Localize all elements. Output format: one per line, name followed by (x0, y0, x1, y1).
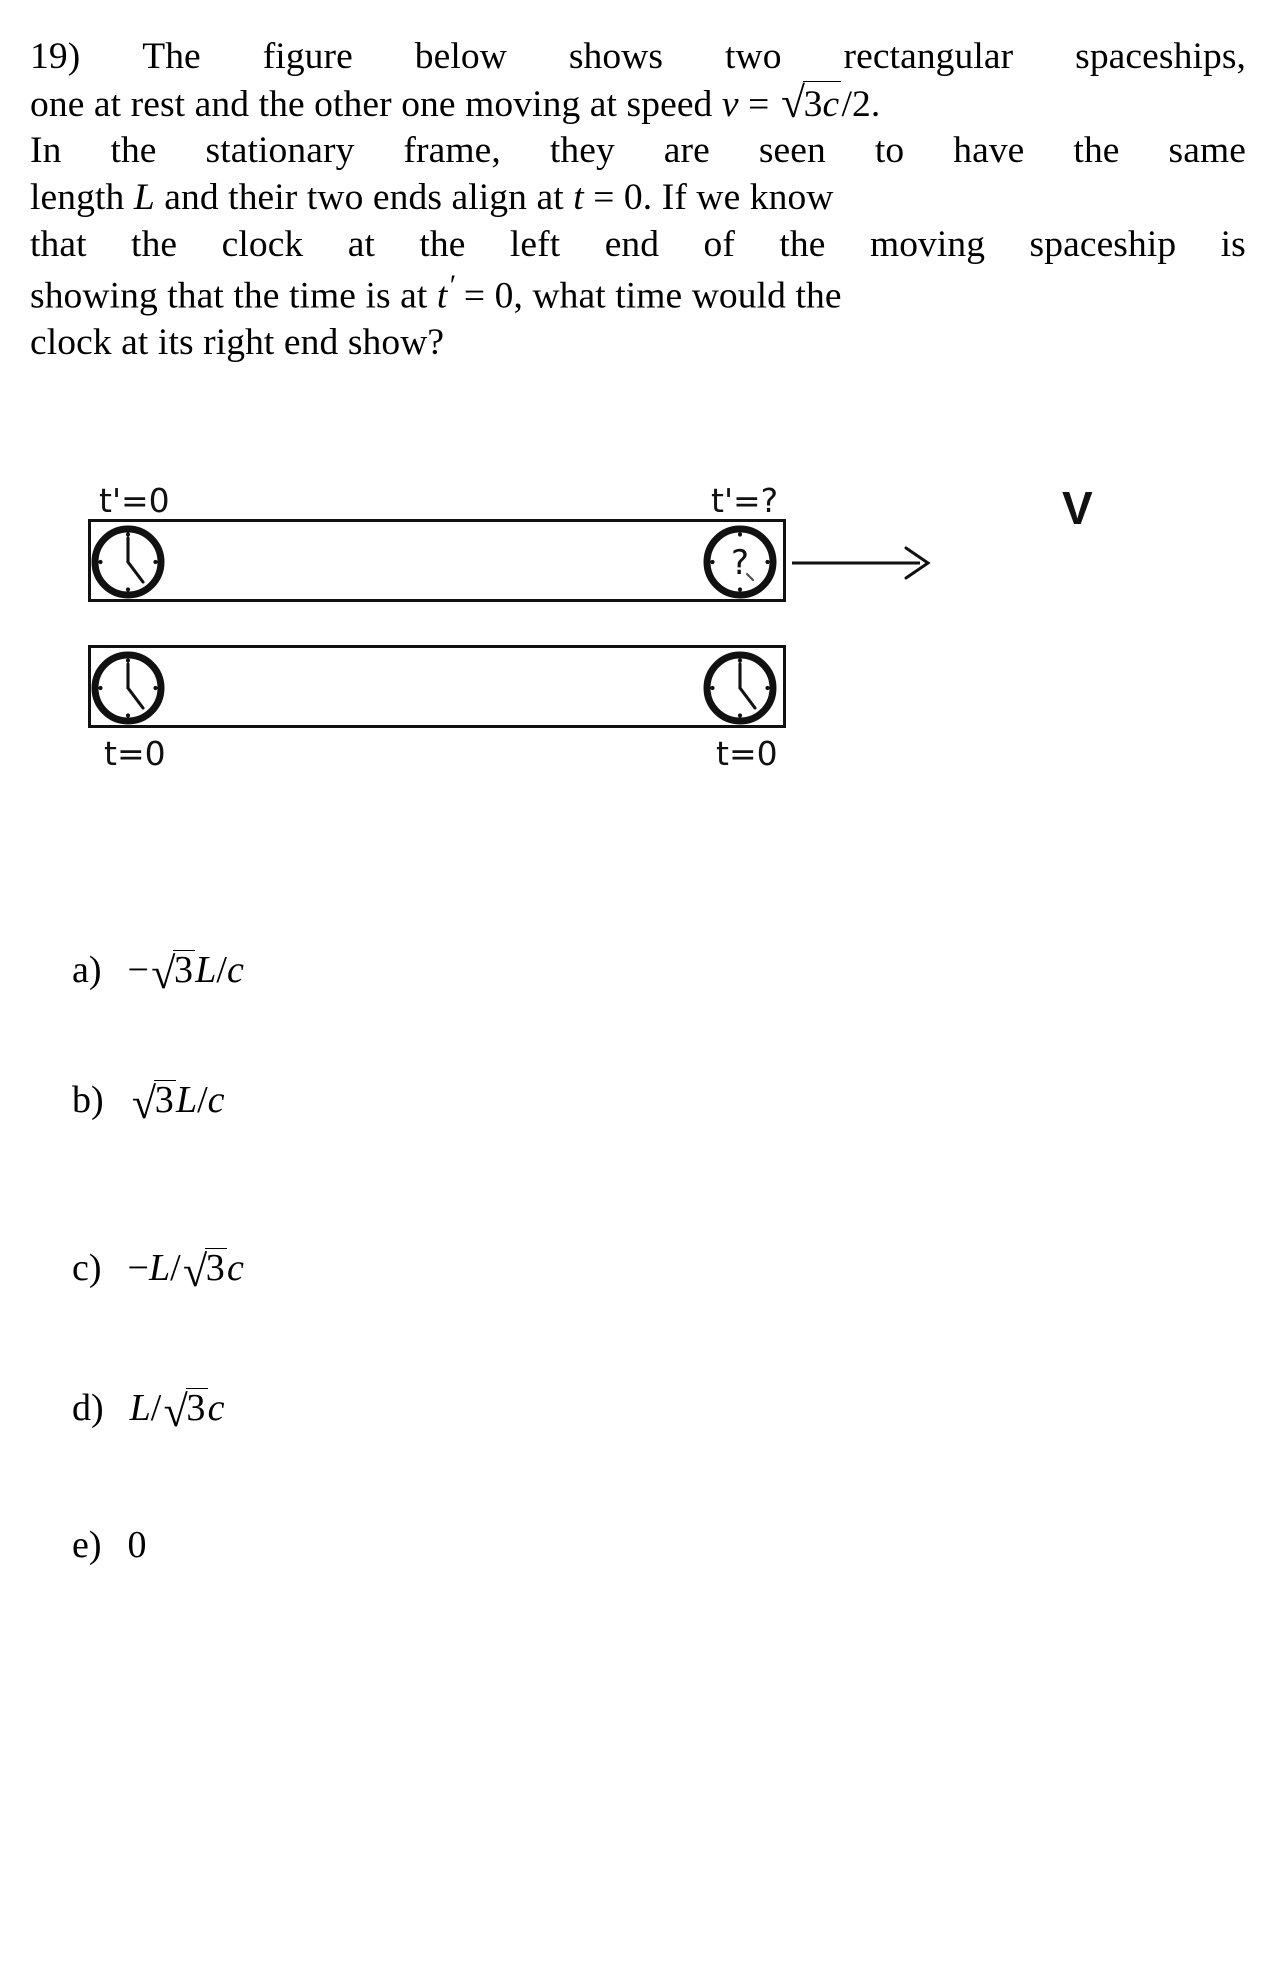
moving-ship-left-clock (91, 525, 165, 599)
question-line-5: that the clock at the left end of the mo… (30, 223, 1246, 265)
option-a[interactable]: a) − √ 3L/c (72, 948, 244, 998)
proper-time-variable: t (436, 275, 448, 317)
question-line-2: one at rest and the other one moving at … (30, 79, 881, 129)
question-line-6: showing that the time is at t′ = 0, what… (30, 270, 842, 317)
radical-sign: √ (781, 79, 806, 128)
option-a-expression: − √ 3L/c (127, 948, 244, 998)
radical-sign: √ (131, 1078, 157, 1128)
rest-ship-left-clock (91, 651, 165, 725)
velocity-label: V (1062, 482, 1093, 534)
question-line-1: 19) The figure below shows two rectangul… (30, 34, 1246, 81)
question-line-4: length L and their two ends align at t =… (30, 177, 834, 219)
option-d-expression: L/√ 3c (129, 1386, 225, 1436)
rest-ship-left-time-label: t=0 (104, 734, 166, 773)
option-b-tag: b) (72, 1079, 104, 1121)
moving-ship-right-clock: ? (703, 525, 777, 599)
speed-variable: v (721, 83, 739, 125)
radical-sign: √ (182, 1246, 208, 1296)
option-b-expression: √ 3L/c (131, 1078, 225, 1128)
sqrt-3c: √ 3c (781, 79, 842, 129)
option-b[interactable]: b) √ 3L/c (72, 1078, 225, 1128)
option-c-expression: −L/√ 3c (127, 1246, 244, 1296)
radical-sign: √ (151, 948, 176, 998)
velocity-arrow-icon (792, 546, 931, 580)
rest-ship-right-clock (703, 651, 777, 725)
moving-ship-right-time-label: t'=? (711, 481, 779, 520)
clock-question-glyph: ? (731, 543, 749, 583)
rest-ship-right-time-label: t=0 (716, 734, 778, 773)
moving-ship-left-time-label: t'=0 (99, 481, 170, 520)
time-variable: t (573, 177, 584, 219)
option-a-tag: a) (72, 949, 102, 991)
option-e[interactable]: e) 0 (72, 1526, 147, 1564)
option-d[interactable]: d) L/√ 3c (72, 1386, 225, 1436)
option-c-tag: c) (72, 1247, 102, 1289)
moving-spaceship-body (88, 519, 786, 602)
option-d-tag: d) (72, 1387, 104, 1429)
question-number: 19) (30, 36, 81, 77)
radical-sign: √ (163, 1386, 188, 1436)
option-e-expression: 0 (127, 1524, 147, 1566)
option-c[interactable]: c) −L/√ 3c (72, 1246, 244, 1296)
question-text: 19) The figure below shows two rectangul… (30, 34, 1246, 367)
rest-spaceship-body (88, 645, 786, 728)
length-variable: L (133, 177, 155, 219)
question-line-7: clock at its right end show? (30, 322, 445, 364)
option-e-tag: e) (72, 1524, 102, 1566)
question-line-3: In the stationary frame, they are seen t… (30, 130, 1246, 172)
